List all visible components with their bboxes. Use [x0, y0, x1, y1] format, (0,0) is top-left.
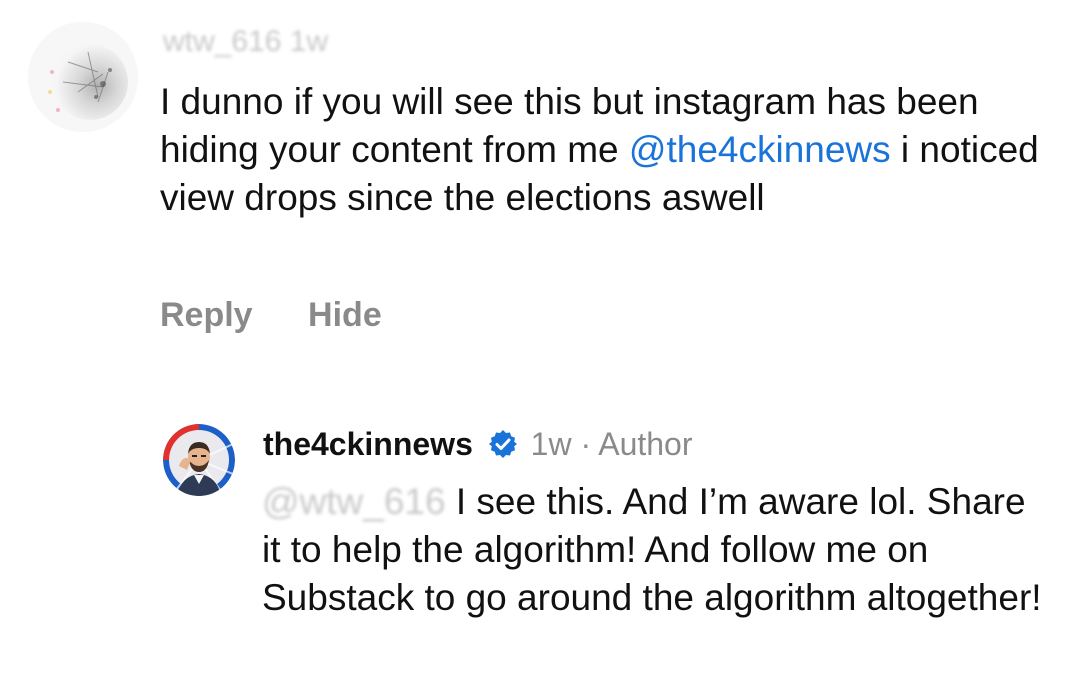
comment-actions: Reply Hide — [160, 293, 428, 337]
sketch-avatar-icon — [28, 22, 138, 132]
author-avatar[interactable] — [163, 424, 235, 496]
comment-username[interactable]: wtw_616 — [163, 25, 281, 58]
reply-username[interactable]: the4ckinnews — [263, 426, 473, 462]
reply-timestamp: 1w — [530, 426, 572, 462]
commenter-avatar[interactable] — [28, 22, 138, 132]
reply-text: @wtw_616 I see this. And I’m aware lol. … — [262, 478, 1052, 622]
author-avatar-icon — [163, 424, 235, 496]
meta-separator: · — [580, 426, 592, 462]
author-label: Author — [598, 426, 693, 462]
hide-button[interactable]: Hide — [308, 293, 382, 337]
reply-mention-link[interactable]: @wtw_616 — [262, 481, 446, 522]
verified-badge-icon — [488, 428, 518, 468]
comment-item: wtw_616 1w I dunno if you will see this … — [0, 0, 1073, 360]
comment-timestamp: 1w — [289, 25, 329, 58]
comment-text: I dunno if you will see this but instagr… — [160, 78, 1040, 222]
reply-button[interactable]: Reply — [160, 293, 253, 337]
comment-mention-link[interactable]: @the4ckinnews — [629, 129, 891, 170]
comment-header: wtw_616 1w — [163, 24, 328, 60]
reply-item: the4ckinnews 1w · Author @wtw_616 I see … — [0, 400, 1073, 696]
reply-header: the4ckinnews 1w · Author — [263, 424, 693, 468]
